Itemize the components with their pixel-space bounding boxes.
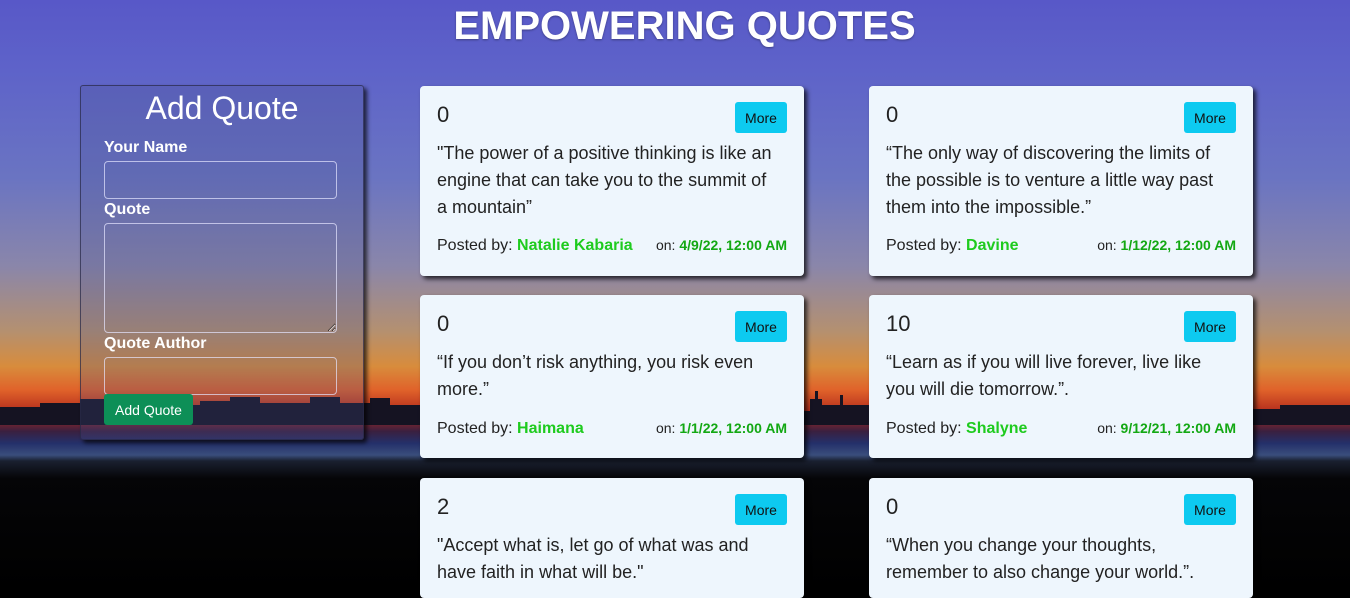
more-button[interactable]: More [1184,494,1236,525]
posted-by: Posted by: Shalyne [886,420,1027,438]
author-input[interactable] [104,357,337,395]
add-quote-form: Add Quote Your Name Quote Quote Author A… [80,85,364,440]
posted-on-label: on: [1097,237,1121,253]
quote-text: "The power of a positive thinking is lik… [437,143,772,217]
post-date: 1/12/22, 12:00 AM [1120,237,1236,253]
quote-text: “Learn as if you will live forever, live… [886,352,1202,399]
quote-card: 0 More "The power of a positive thinking… [420,86,804,276]
quote-label: Quote [104,201,151,218]
quote-card: 0 More “The only way of discovering the … [869,86,1253,276]
more-button[interactable]: More [735,494,787,525]
form-heading: Add Quote [145,90,299,126]
post-date: 9/12/21, 12:00 AM [1120,420,1236,436]
quote-card: 2 More "Accept what is, let go of what w… [420,478,804,598]
more-button[interactable]: More [1184,102,1236,133]
vote-count: 10 [886,311,911,336]
more-button[interactable]: More [735,311,787,342]
quote-text: "Accept what is, let go of what was and … [437,535,749,582]
author-name: Haimana [517,420,584,437]
posted-by-label: Posted by: [886,237,967,254]
page-title: EMPOWERING QUOTES [453,4,916,48]
vote-count: 0 [886,102,899,127]
posted-on: on: 1/12/22, 12:00 AM [1097,237,1236,253]
posted-on: on: 1/1/22, 12:00 AM [656,420,787,436]
posted-by: Posted by: Natalie Kabaria [437,237,633,255]
posted-on-label: on: [655,237,680,253]
name-label: Your Name [104,139,188,156]
posted-on-label: on: [655,420,680,436]
quote-card: 10 More “Learn as if you will live forev… [869,295,1253,458]
author-label: Quote Author [104,335,207,352]
more-button[interactable]: More [735,102,787,133]
quote-card: 0 More “When you change your thoughts, r… [869,478,1253,598]
posted-by: Posted by: Haimana [437,420,584,438]
more-button[interactable]: More [1184,311,1236,342]
posted-on: on: 9/12/21, 12:00 AM [1097,420,1236,436]
name-input[interactable] [104,161,337,199]
vote-count: 0 [437,102,450,127]
quote-text: “When you change your thoughts, remember… [886,535,1195,582]
author-name: Natalie Kabaria [517,237,633,254]
vote-count: 2 [437,494,450,519]
post-date: 4/9/22, 12:00 AM [679,237,787,253]
quote-textarea[interactable] [104,223,337,333]
post-date: 1/1/22, 12:00 AM [679,420,787,436]
quote-text: “The only way of discovering the limits … [886,143,1214,217]
posted-by-label: Posted by: [437,420,518,437]
add-quote-button[interactable]: Add Quote [104,394,193,425]
author-name: Shalyne [966,420,1028,437]
vote-count: 0 [886,494,899,519]
posted-on: on: 4/9/22, 12:00 AM [656,237,787,253]
vote-count: 0 [437,311,450,336]
quote-text: “If you don’t risk anything, you risk ev… [437,352,754,399]
posted-by-label: Posted by: [437,237,518,254]
posted-by: Posted by: Davine [886,237,1019,255]
posted-on-label: on: [1097,420,1121,436]
quote-card: 0 More “If you don’t risk anything, you … [420,295,804,458]
posted-by-label: Posted by: [886,420,967,437]
author-name: Davine [966,237,1019,254]
